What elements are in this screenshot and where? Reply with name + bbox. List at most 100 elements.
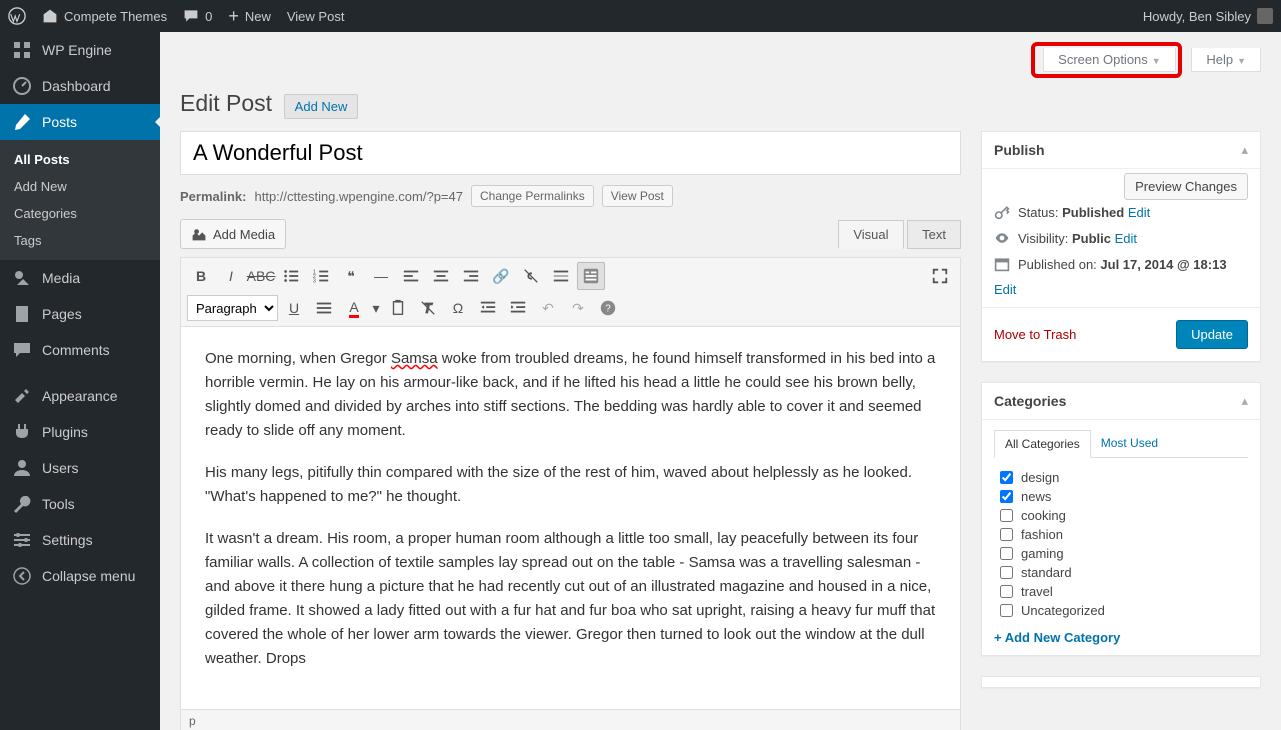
category-checkbox[interactable] bbox=[1000, 490, 1013, 503]
category-checkbox[interactable] bbox=[1000, 547, 1013, 560]
toggle-icon[interactable]: ▴ bbox=[1241, 393, 1248, 409]
edit-visibility-link[interactable]: Edit bbox=[1115, 231, 1137, 246]
redo-button[interactable]: ↷ bbox=[564, 294, 592, 322]
sidebar-item-users[interactable]: Users bbox=[0, 450, 160, 486]
italic-button[interactable]: I bbox=[217, 262, 245, 290]
view-post-button[interactable]: View Post bbox=[602, 185, 673, 207]
submenu-add-new[interactable]: Add New bbox=[0, 173, 160, 200]
publish-heading: Publish bbox=[994, 142, 1045, 158]
more-button[interactable] bbox=[547, 262, 575, 290]
category-checkbox[interactable] bbox=[1000, 604, 1013, 617]
help-icon-button[interactable]: ? bbox=[594, 294, 622, 322]
category-item[interactable]: cooking bbox=[1000, 506, 1242, 525]
sidebar-item-wpengine[interactable]: WP Engine bbox=[0, 32, 160, 68]
category-item[interactable]: travel bbox=[1000, 582, 1242, 601]
format-select[interactable]: Paragraph bbox=[187, 295, 278, 321]
site-link[interactable]: Compete Themes bbox=[42, 8, 167, 24]
new-content-link[interactable]: +New bbox=[228, 6, 271, 27]
category-label: gaming bbox=[1021, 546, 1064, 561]
sidebar-collapse[interactable]: Collapse menu bbox=[0, 558, 160, 594]
editor-content[interactable]: One morning, when Gregor Samsa woke from… bbox=[180, 327, 961, 710]
category-item[interactable]: standard bbox=[1000, 563, 1242, 582]
category-checkbox[interactable] bbox=[1000, 585, 1013, 598]
blockquote-button[interactable]: ❝ bbox=[337, 262, 365, 290]
clear-formatting-button[interactable] bbox=[414, 294, 442, 322]
category-checkbox[interactable] bbox=[1000, 528, 1013, 541]
svg-text:?: ? bbox=[605, 304, 611, 315]
howdy-user[interactable]: Howdy, Ben Sibley bbox=[1143, 8, 1273, 24]
admin-toolbar: Compete Themes 0 +New View Post Howdy, B… bbox=[0, 0, 1281, 32]
submenu-tags[interactable]: Tags bbox=[0, 227, 160, 254]
undo-button[interactable]: ↶ bbox=[534, 294, 562, 322]
update-button[interactable]: Update bbox=[1176, 320, 1248, 349]
most-used-tab[interactable]: Most Used bbox=[1091, 430, 1168, 457]
text-color-dropdown[interactable]: ▾ bbox=[370, 294, 382, 322]
submenu-all-posts[interactable]: All Posts bbox=[0, 146, 160, 173]
avatar bbox=[1257, 8, 1273, 24]
all-categories-tab[interactable]: All Categories bbox=[994, 430, 1091, 458]
link-button[interactable]: 🔗 bbox=[487, 262, 515, 290]
preview-changes-button[interactable]: Preview Changes bbox=[1124, 173, 1248, 200]
special-char-button[interactable]: Ω bbox=[444, 294, 472, 322]
sidebar-item-media[interactable]: Media bbox=[0, 260, 160, 296]
category-item[interactable]: fashion bbox=[1000, 525, 1242, 544]
bullet-list-button[interactable] bbox=[277, 262, 305, 290]
edit-status-link[interactable]: Edit bbox=[1128, 205, 1150, 220]
toolbar-toggle-button[interactable] bbox=[577, 262, 605, 290]
category-item[interactable]: gaming bbox=[1000, 544, 1242, 563]
screen-options-tab[interactable]: Screen Options▼ bbox=[1043, 48, 1176, 72]
text-tab[interactable]: Text bbox=[907, 220, 961, 249]
align-left-button[interactable] bbox=[397, 262, 425, 290]
sidebar-item-appearance[interactable]: Appearance bbox=[0, 378, 160, 414]
visual-tab[interactable]: Visual bbox=[838, 220, 903, 249]
wordpress-logo[interactable] bbox=[8, 7, 26, 25]
next-box-peek bbox=[981, 676, 1261, 688]
sidebar-item-pages[interactable]: Pages bbox=[0, 296, 160, 332]
category-item[interactable]: design bbox=[1000, 468, 1242, 487]
add-new-category-link[interactable]: + Add New Category bbox=[994, 624, 1248, 645]
sidebar-item-comments[interactable]: Comments bbox=[0, 332, 160, 368]
key-icon bbox=[994, 204, 1010, 220]
post-title-input[interactable] bbox=[180, 131, 961, 175]
edit-date-link[interactable]: Edit bbox=[994, 282, 1016, 297]
category-item[interactable]: news bbox=[1000, 487, 1242, 506]
submenu-categories[interactable]: Categories bbox=[0, 200, 160, 227]
justify-button[interactable] bbox=[310, 294, 338, 322]
bold-button[interactable]: B bbox=[187, 262, 215, 290]
text-color-button[interactable]: A bbox=[340, 294, 368, 322]
align-center-button[interactable] bbox=[427, 262, 455, 290]
numbered-list-button[interactable]: 123 bbox=[307, 262, 335, 290]
hr-button[interactable]: ― bbox=[367, 262, 395, 290]
toggle-icon[interactable]: ▴ bbox=[1241, 142, 1248, 158]
sidebar-item-tools[interactable]: Tools bbox=[0, 486, 160, 522]
change-permalinks-button[interactable]: Change Permalinks bbox=[471, 185, 594, 207]
category-label: standard bbox=[1021, 565, 1072, 580]
category-list: designnewscookingfashion gaming standard tr… bbox=[994, 458, 1248, 624]
category-checkbox[interactable] bbox=[1000, 471, 1013, 484]
indent-button[interactable] bbox=[504, 294, 532, 322]
calendar-icon bbox=[994, 256, 1010, 272]
posts-submenu: All Posts Add New Categories Tags bbox=[0, 140, 160, 260]
category-checkbox[interactable] bbox=[1000, 566, 1013, 579]
paste-text-button[interactable] bbox=[384, 294, 412, 322]
fullscreen-button[interactable] bbox=[926, 262, 954, 290]
add-new-button[interactable]: Add New bbox=[284, 94, 359, 119]
category-checkbox[interactable] bbox=[1000, 509, 1013, 522]
strikethrough-button[interactable]: ABC bbox=[247, 262, 275, 290]
align-right-button[interactable] bbox=[457, 262, 485, 290]
sidebar-item-plugins[interactable]: Plugins bbox=[0, 414, 160, 450]
move-to-trash-link[interactable]: Move to Trash bbox=[994, 327, 1076, 342]
unlink-button[interactable] bbox=[517, 262, 545, 290]
add-media-button[interactable]: Add Media bbox=[180, 219, 286, 249]
publish-box: Publish▴ Preview Changes Status: Publish… bbox=[981, 131, 1261, 362]
comments-link[interactable]: 0 bbox=[183, 8, 212, 24]
help-tab[interactable]: Help▼ bbox=[1191, 48, 1261, 72]
category-item[interactable]: Uncategorized bbox=[1000, 601, 1242, 620]
view-post-link[interactable]: View Post bbox=[287, 9, 345, 24]
sidebar-item-settings[interactable]: Settings bbox=[0, 522, 160, 558]
outdent-button[interactable] bbox=[474, 294, 502, 322]
underline-button[interactable]: U bbox=[280, 294, 308, 322]
sidebar-item-dashboard[interactable]: Dashboard bbox=[0, 68, 160, 104]
sidebar-item-posts[interactable]: Posts bbox=[0, 104, 160, 140]
permalink-label: Permalink: bbox=[180, 189, 246, 204]
